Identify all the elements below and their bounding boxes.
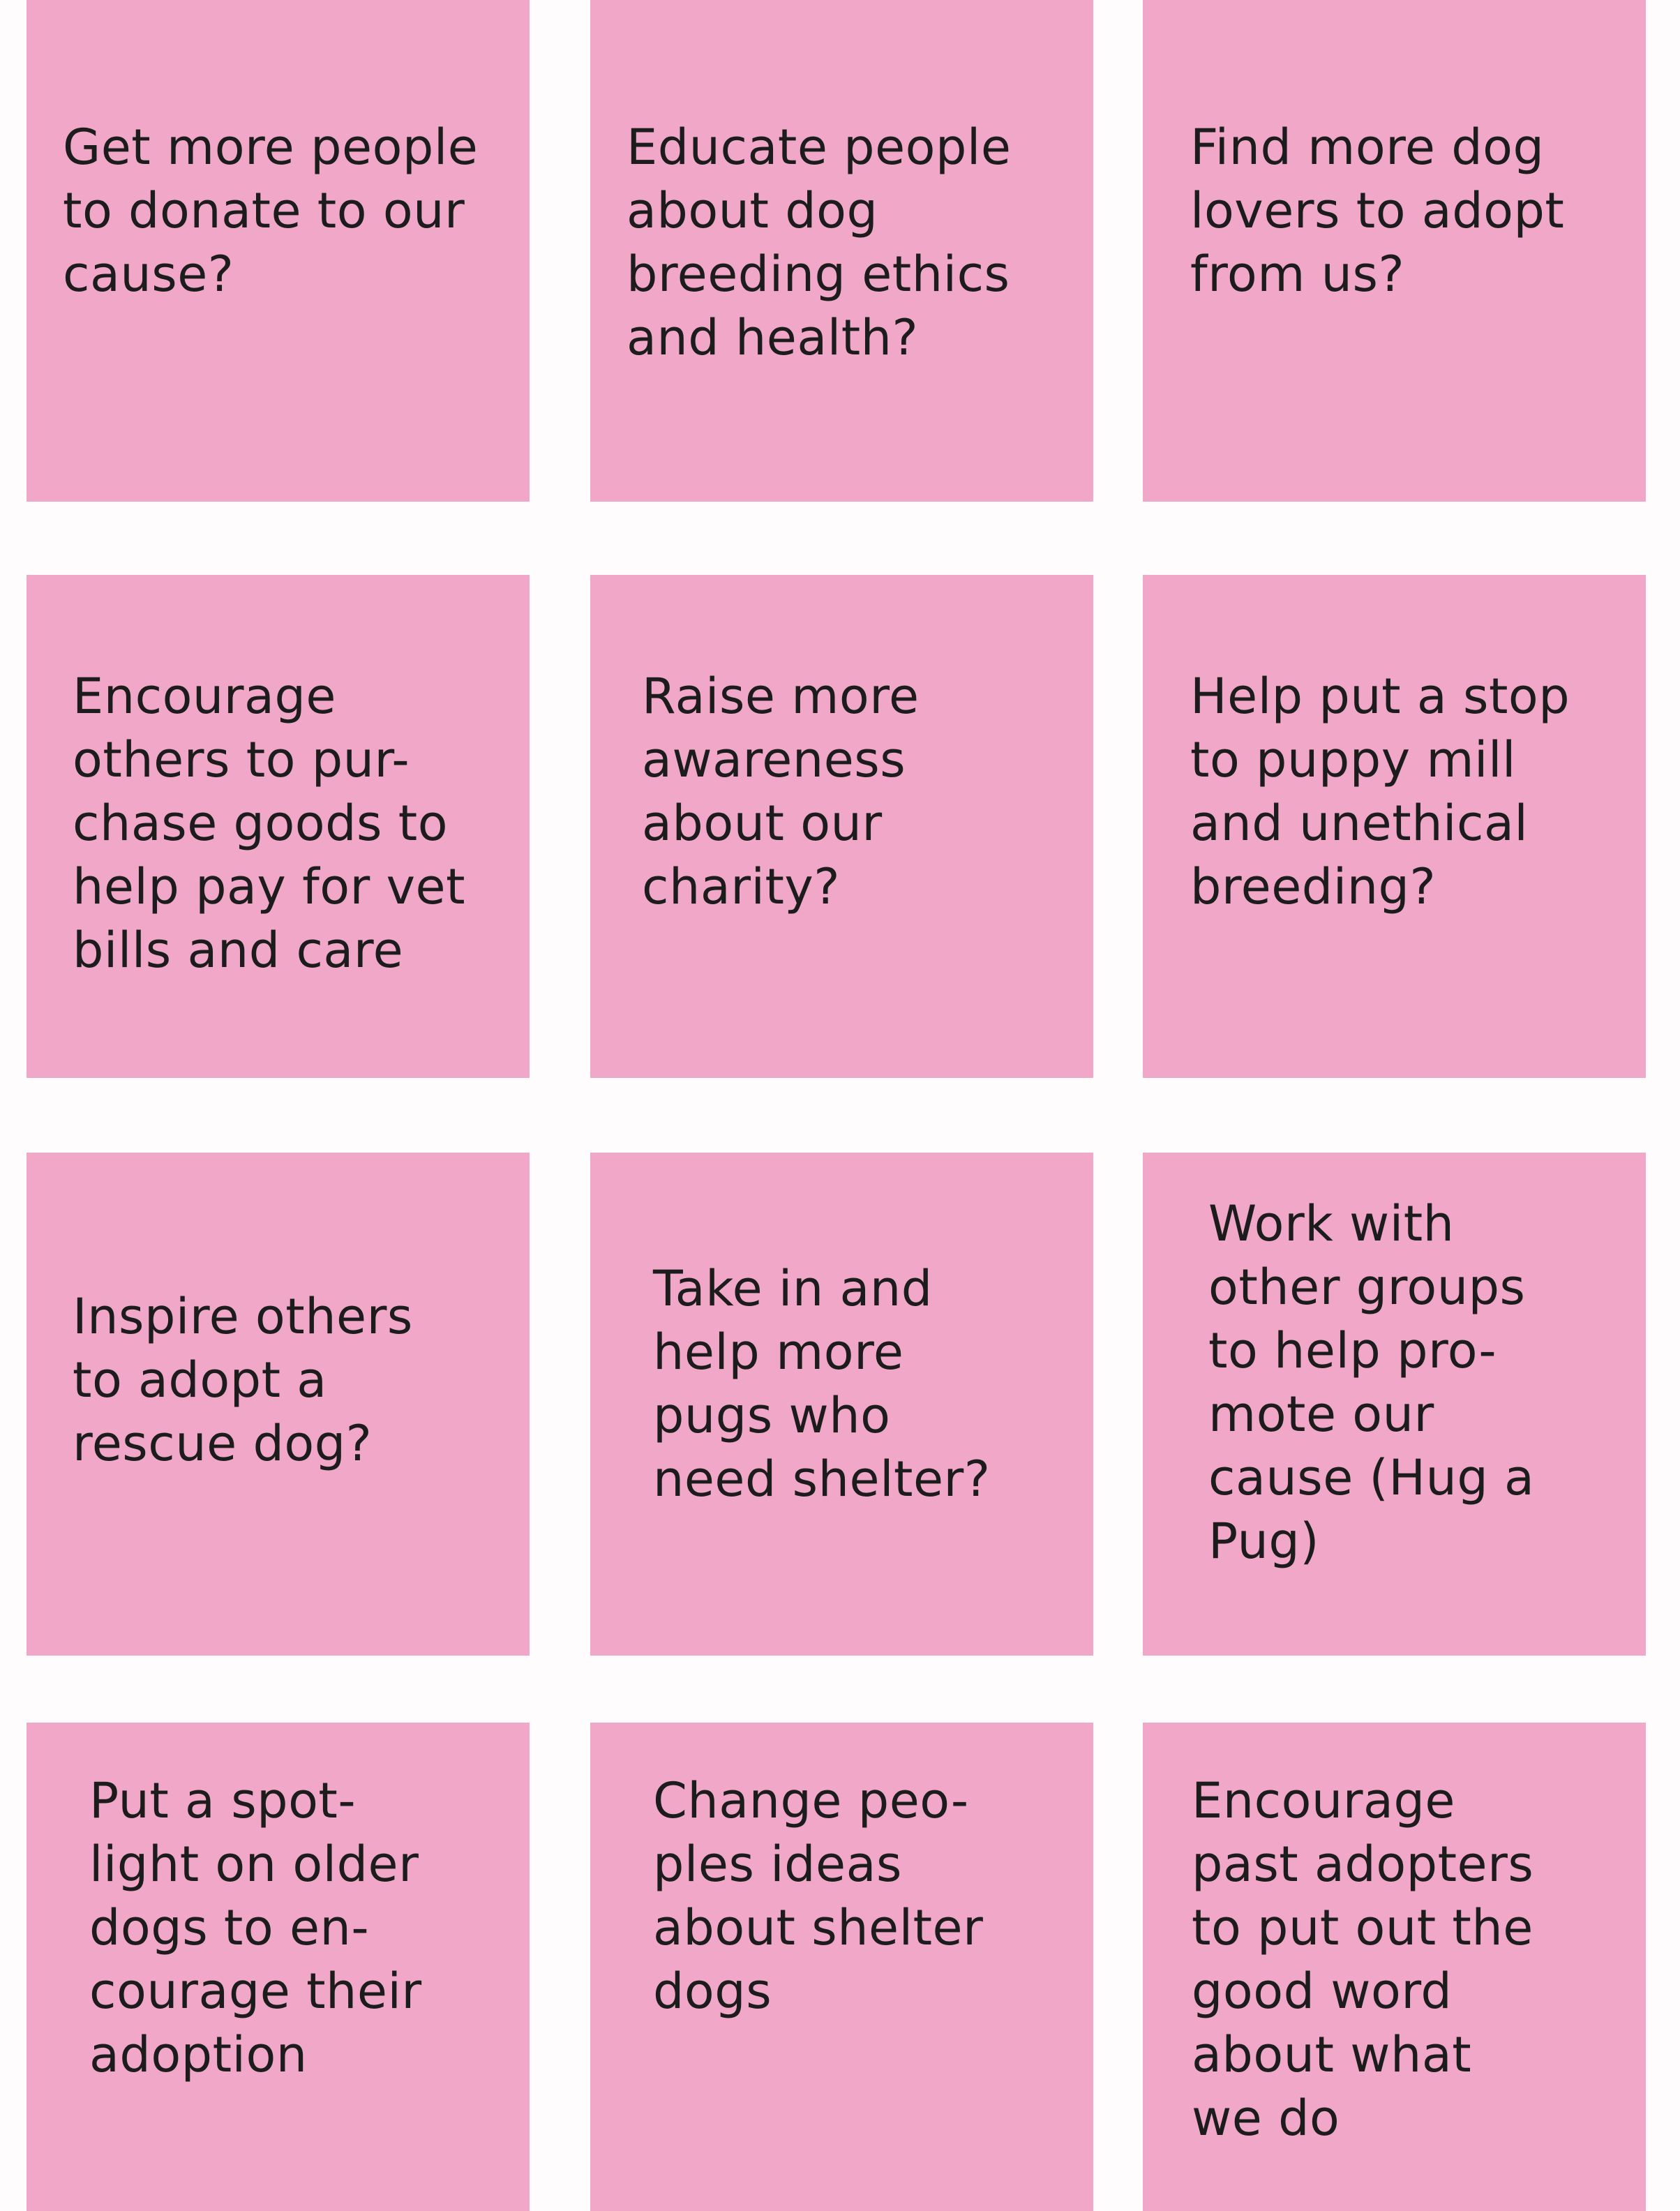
sticky-note-puppy-mill[interactable]: Help put a stop to puppy mill and unethi…: [1143, 575, 1646, 1078]
sticky-note-text: Inspire others to adopt a rescue dog?: [73, 1288, 413, 1472]
sticky-note-text: Raise more awareness about our charity?: [642, 668, 920, 915]
sticky-note-find-lovers[interactable]: Find more dog lovers to adopt from us?: [1143, 0, 1646, 502]
sticky-note-purchase-goods[interactable]: Encourage others to pur- chase goods to …: [27, 575, 530, 1078]
sticky-note-text: Help put a stop to puppy mill and unethi…: [1190, 668, 1570, 915]
sticky-note-awareness[interactable]: Raise more awareness about our charity?: [590, 575, 1093, 1078]
sticky-note-educate[interactable]: Educate people about dog breeding ethics…: [590, 0, 1093, 502]
sticky-note-text: Educate people about dog breeding ethics…: [627, 119, 1012, 366]
sticky-note-text: Change peo- ples ideas about shelter dog…: [653, 1772, 984, 2020]
sticky-note-text: Get more people to donate to our cause?: [63, 119, 479, 303]
sticky-note-text: Work with other groups to help pro- mote…: [1208, 1195, 1535, 1570]
sticky-note-text: Take in and help more pugs who need shel…: [653, 1260, 991, 1508]
sticky-note-text: Put a spot- light on older dogs to en- c…: [89, 1772, 422, 2083]
sticky-note-pugs-shelter[interactable]: Take in and help more pugs who need shel…: [590, 1153, 1093, 1656]
sticky-note-text: Find more dog lovers to adopt from us?: [1190, 119, 1565, 303]
sticky-note-donate[interactable]: Get more people to donate to our cause?: [27, 0, 530, 502]
sticky-note-text: Encourage others to pur- chase goods to …: [73, 668, 466, 979]
sticky-note-other-groups[interactable]: Work with other groups to help pro- mote…: [1143, 1153, 1646, 1656]
sticky-note-older-dogs[interactable]: Put a spot- light on older dogs to en- c…: [27, 1723, 530, 2211]
sticky-note-inspire[interactable]: Inspire others to adopt a rescue dog?: [27, 1153, 530, 1656]
sticky-note-past-adopters[interactable]: Encourage past adopters to put out the g…: [1143, 1723, 1646, 2211]
sticky-note-text: Encourage past adopters to put out the g…: [1192, 1772, 1534, 2147]
sticky-note-change-ideas[interactable]: Change peo- ples ideas about shelter dog…: [590, 1723, 1093, 2211]
